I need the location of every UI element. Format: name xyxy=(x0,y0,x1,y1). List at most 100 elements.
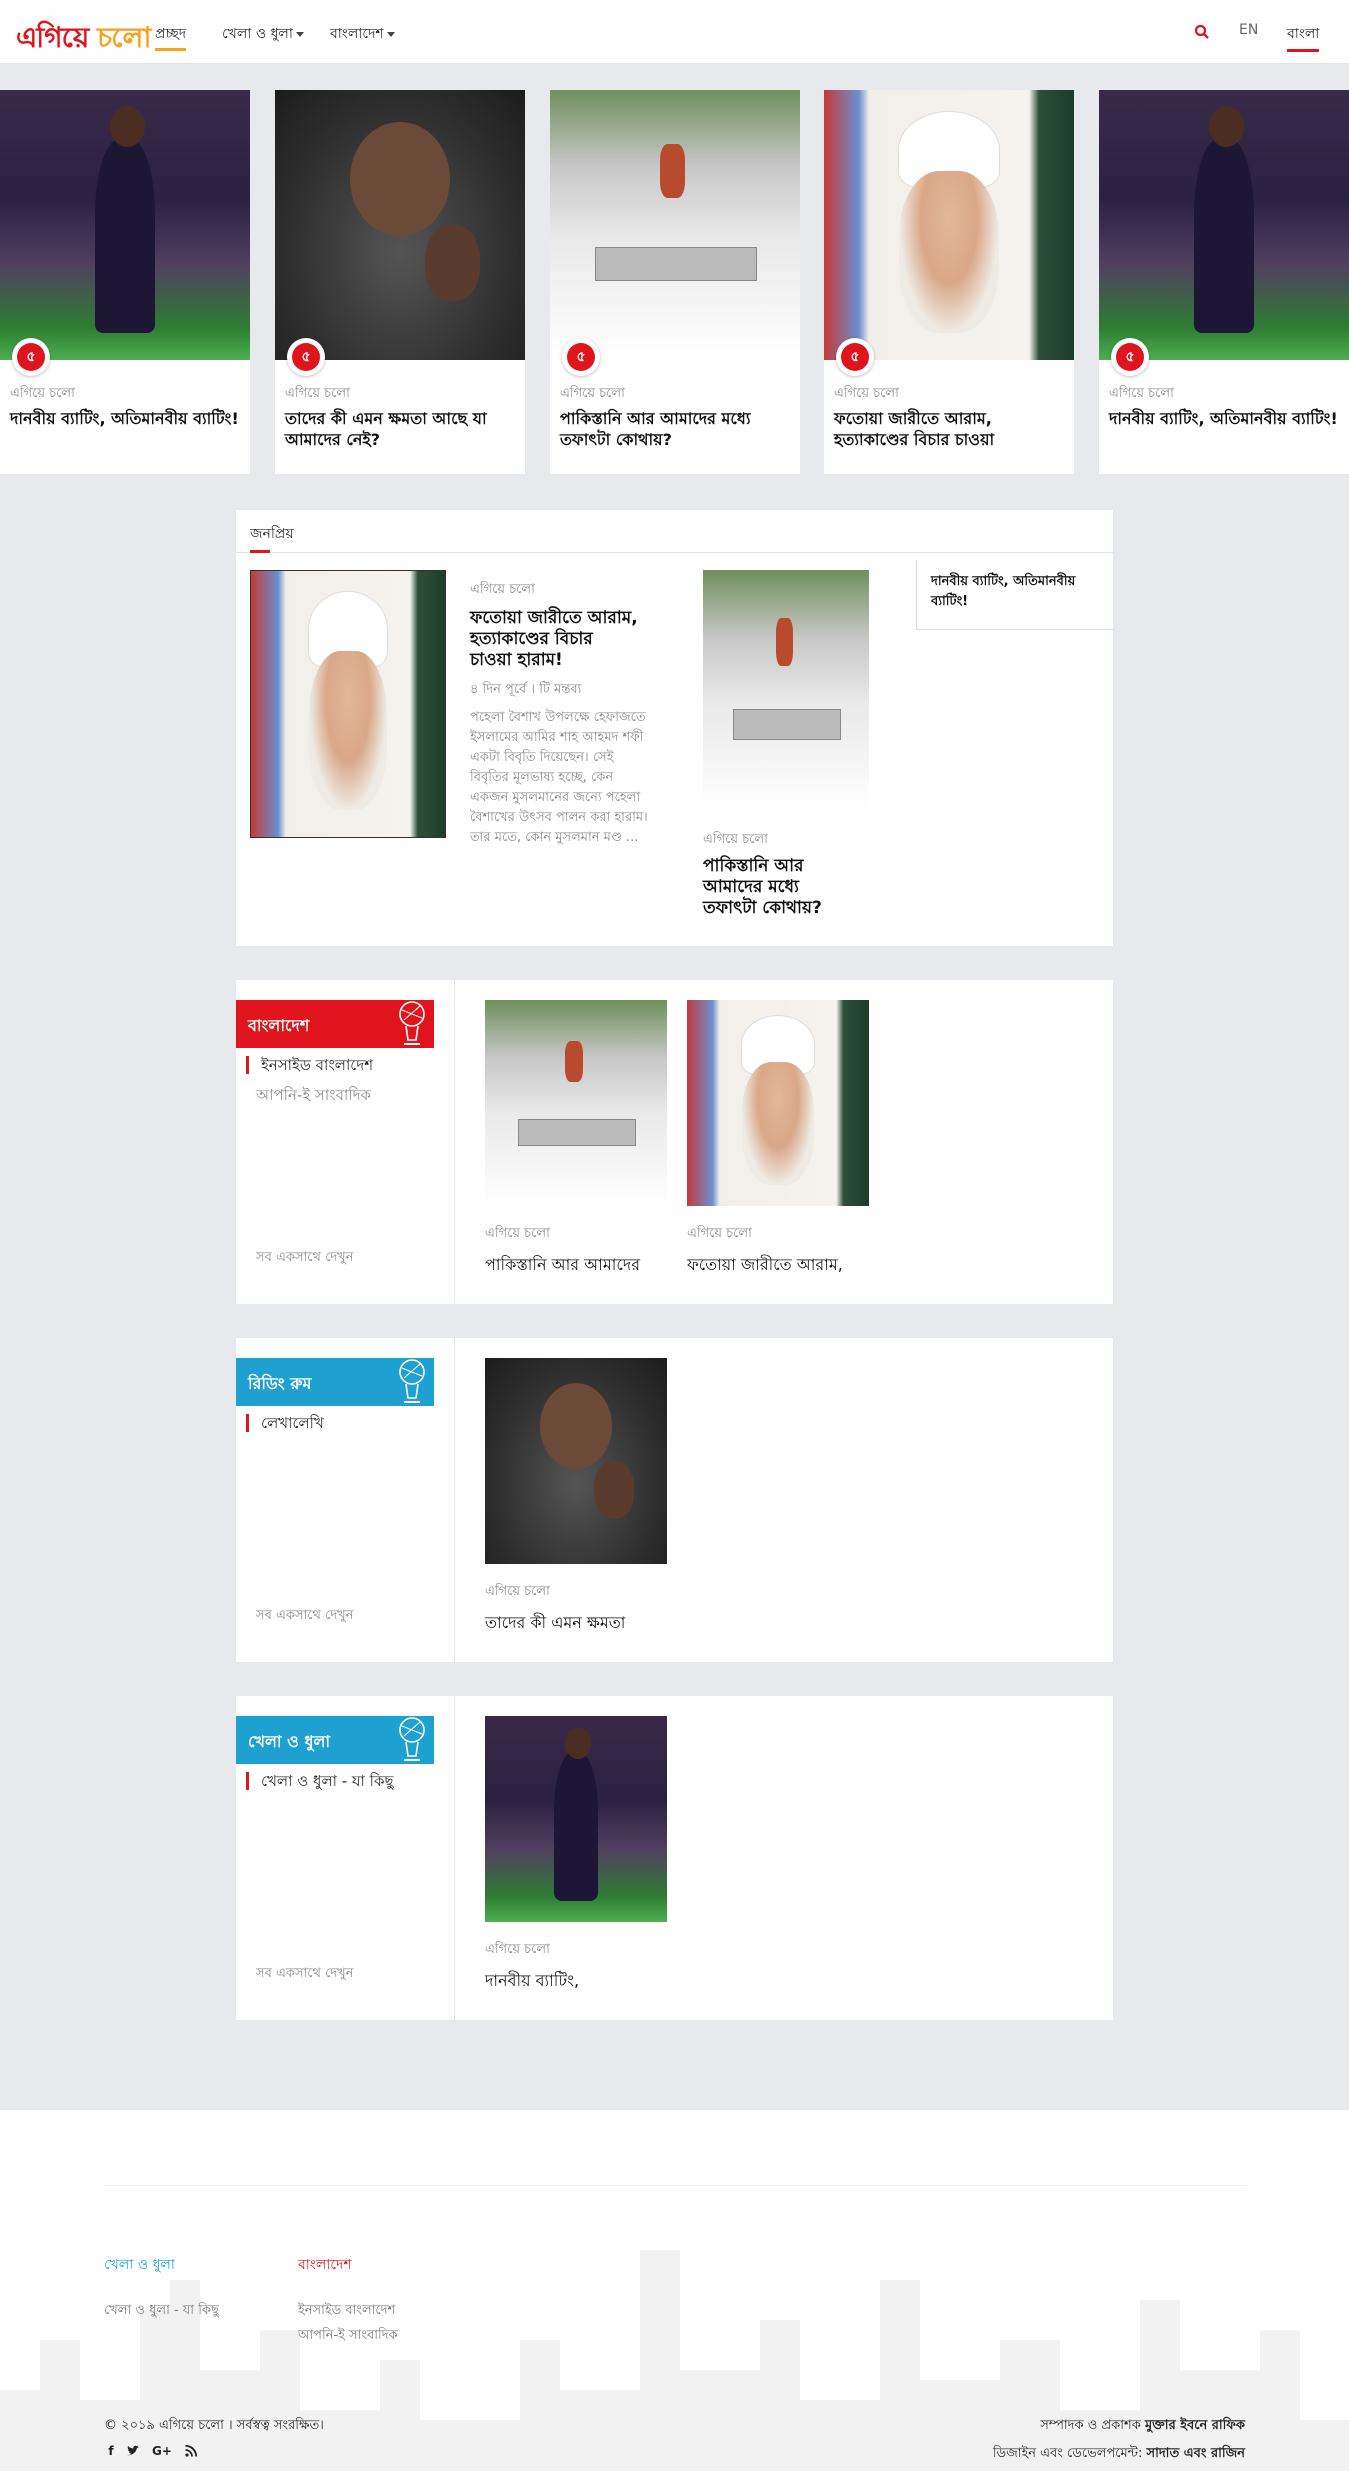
search-icon[interactable] xyxy=(1194,24,1210,40)
carousel-card[interactable]: ৫ এগিয়ে চলো ফতোয়া জারীতে আরাম, হত্যাকা… xyxy=(824,90,1074,474)
site-header: এগিয়ে চলো প্রচ্ছদ খেলা ও ধুলা বাংলাদেশ … xyxy=(0,0,1349,64)
footer-col-heading[interactable]: খেলা ও ধুলা xyxy=(104,2253,175,2277)
subcategory-link[interactable]: লেখালেখি xyxy=(246,1414,324,1432)
side-list-item[interactable]: দানবীয় ব্যাটিং, অতিমানবীয় ব্যাটিং! xyxy=(916,560,1113,630)
rss-icon[interactable] xyxy=(184,2444,198,2458)
card-source: এগিয়ে চলো xyxy=(687,1226,752,1241)
boy-photo[interactable] xyxy=(485,1358,667,1564)
footer-link[interactable]: ইনসাইড বাংলাদেশ xyxy=(298,2301,395,2322)
chevron-down-icon xyxy=(295,31,304,37)
category-box-bangladesh: বাংলাদেশ ইনসাইড বাংলাদেশ আপনি-ই সাংবাদিক… xyxy=(236,980,1113,1304)
nav-bangladesh-label: বাংলাদেশ xyxy=(330,26,384,42)
cricketer-photo xyxy=(0,90,250,360)
carousel-card[interactable]: ৫ এগিয়ে চলো পাকিস্তানি আর আমাদের মধ্যে … xyxy=(550,90,800,474)
lead-title[interactable]: ফতোয়া জারীতে আরাম, হত্যাকাণ্ডের বিচার চ… xyxy=(470,608,640,671)
card-title[interactable]: দানবীয় ব্যাটিং, অতিমানবীয় ব্যাটিং! xyxy=(1109,408,1341,429)
card-source: এগিয়ে চলো xyxy=(560,386,625,401)
carousel-card[interactable]: ৫ এগিয়ে চলো দানবীয় ব্যাটিং, অতিমানবীয়… xyxy=(0,90,250,474)
lead-excerpt: পহেলা বৈশাখ উপলক্ষে হেফাজতে ইসলামের আমির… xyxy=(470,710,648,845)
trophy-icon xyxy=(399,1717,425,1761)
lead-photo[interactable] xyxy=(250,570,446,838)
lead-meta: ৪ দিন পূর্বে । টি মন্তব্য xyxy=(470,682,582,697)
card-source: এগিয়ে চলো xyxy=(1109,386,1174,401)
card-title[interactable]: দানবীয় ব্যাটিং, অতিমানবীয় ব্যাটিং! xyxy=(10,408,242,429)
cricketer-photo xyxy=(1099,90,1349,360)
card-title[interactable]: তাদের কী এমন ক্ষমতা আছে যা আমাদের নেই? xyxy=(285,408,517,450)
category-badge: ৫ xyxy=(287,338,325,376)
facebook-icon[interactable]: f xyxy=(104,2444,118,2458)
card-source: এগিয়ে চলো xyxy=(485,1226,550,1241)
chevron-down-icon xyxy=(386,31,395,37)
see-all-link[interactable]: সব একসাথে দেখুন xyxy=(256,1964,353,1985)
card-title[interactable]: তাদের কী এমন ক্ষমতা xyxy=(485,1610,625,1637)
category-badge: ৫ xyxy=(836,338,874,376)
second-title[interactable]: পাকিস্তানি আর আমাদের মধ্যে তফাৎটা কোথায়… xyxy=(703,856,853,919)
card-title[interactable]: ফতোয়া জারীতে আরাম, xyxy=(687,1252,843,1279)
card-title[interactable]: পাকিস্তানি আর আমাদের xyxy=(485,1252,640,1279)
heading-underline xyxy=(250,550,270,553)
divider xyxy=(454,1696,455,2020)
lang-en-link[interactable]: EN xyxy=(1239,22,1258,38)
nav-home[interactable]: প্রচ্ছদ xyxy=(155,22,187,51)
memorial-photo xyxy=(550,90,800,360)
design-credit: ডিজাইন এবং ডেভেলপমেন্ট: সাদাত এবং রাজিন xyxy=(900,2444,1245,2465)
carousel-card[interactable]: ৫ এগিয়ে চলো দানবীয় ব্যাটিং, অতিমানবীয়… xyxy=(1099,90,1349,474)
see-all-link[interactable]: সব একসাথে দেখুন xyxy=(256,1606,353,1627)
card-title[interactable]: পাকিস্তানি আর আমাদের মধ্যে তফাৎটা কোথায়… xyxy=(560,408,792,450)
design-label: ডিজাইন এবং ডেভেলপমেন্ট: xyxy=(992,2446,1143,2461)
card-title[interactable]: ফতোয়া জারীতে আরাম, হত্যাকাণ্ডের বিচার চ… xyxy=(834,408,1066,450)
divider xyxy=(454,1338,455,1662)
card-source: এগিয়ে চলো xyxy=(10,386,75,401)
logo-text-part1: এগিয়ে xyxy=(16,21,89,54)
category-badge: ৫ xyxy=(12,338,50,376)
footer-col-heading[interactable]: বাংলাদেশ xyxy=(298,2253,352,2277)
google-plus-icon[interactable]: G+ xyxy=(152,2444,172,2458)
divider xyxy=(454,980,455,1304)
card-title[interactable]: দানবীয় ব্যাটিং, xyxy=(485,1968,579,1995)
divider xyxy=(236,552,1113,553)
editor-credit: সম্পাদক ও প্রকাশক মুক্তার ইবনে রাফিক xyxy=(900,2416,1245,2437)
lang-bn-link[interactable]: বাংলা xyxy=(1287,22,1320,52)
category-label[interactable]: রিডিং রুম xyxy=(236,1358,434,1406)
subcategory-link[interactable]: খেলা ও ধুলা - যা কিছু xyxy=(246,1772,394,1790)
trophy-icon xyxy=(399,1001,425,1045)
lead-source: এগিয়ে চলো xyxy=(470,582,535,597)
category-label[interactable]: খেলা ও ধুলা xyxy=(236,1716,434,1764)
logo-text-part2: চলো xyxy=(97,21,151,54)
second-photo[interactable] xyxy=(703,570,869,810)
category-badge: ৫ xyxy=(1111,338,1149,376)
card-source: এগিয়ে চলো xyxy=(834,386,899,401)
carousel-card[interactable]: ৫ এগিয়ে চলো তাদের কী এমন ক্ষমতা আছে যা … xyxy=(275,90,525,474)
subcategory-link[interactable]: ইনসাইড বাংলাদেশ xyxy=(246,1056,373,1074)
nav-bangladesh[interactable]: বাংলাদেশ xyxy=(330,22,395,46)
card-source: এগিয়ে চলো xyxy=(285,386,350,401)
editor-name: মুক্তার ইবনে রাফিক xyxy=(1144,2418,1245,2433)
cleric-photo xyxy=(824,90,1074,360)
divider xyxy=(104,2185,1245,2186)
cleric-photo[interactable] xyxy=(687,1000,869,1206)
second-source: এগিয়ে চলো xyxy=(703,832,768,847)
nav-sports-label: খেলা ও ধুলা xyxy=(222,26,293,42)
footer-link[interactable]: খেলা ও ধুলা - যা কিছু xyxy=(104,2301,219,2322)
site-logo[interactable]: এগিয়ে চলো xyxy=(16,16,152,63)
card-source: এগিয়ে চলো xyxy=(485,1584,550,1599)
trophy-icon xyxy=(399,1359,425,1403)
editor-label: সম্পাদক ও প্রকাশক xyxy=(1040,2418,1141,2433)
nav-sports[interactable]: খেলা ও ধুলা xyxy=(222,22,304,46)
memorial-photo[interactable] xyxy=(485,1000,667,1206)
twitter-icon[interactable] xyxy=(126,2444,140,2458)
subcategory-link[interactable]: আপনি-ই সাংবাদিক xyxy=(256,1086,371,1104)
footer-link[interactable]: আপনি-ই সাংবাদিক xyxy=(298,2326,398,2347)
card-source: এগিয়ে চলো xyxy=(485,1942,550,1957)
popular-heading: জনপ্রিয় xyxy=(250,526,294,542)
see-all-link[interactable]: সব একসাথে দেখুন xyxy=(256,1248,353,1269)
popular-section: জনপ্রিয় এগিয়ে চলো ফতোয়া জারীতে আরাম, … xyxy=(236,510,1113,946)
design-name: সাদাত এবং রাজিন xyxy=(1146,2446,1245,2461)
category-box-sports: খেলা ও ধুলা খেলা ও ধুলা - যা কিছু সব একস… xyxy=(236,1696,1113,2020)
cricketer-photo[interactable] xyxy=(485,1716,667,1922)
category-badge: ৫ xyxy=(562,338,600,376)
boy-photo xyxy=(275,90,525,360)
category-label[interactable]: বাংলাদেশ xyxy=(236,1000,434,1048)
site-footer: খেলা ও ধুলা খেলা ও ধুলা - যা কিছু বাংলাদ… xyxy=(0,2110,1349,2471)
category-box-reading-room: রিডিং রুম লেখালেখি সব একসাথে দেখুন এগিয়… xyxy=(236,1338,1113,1662)
